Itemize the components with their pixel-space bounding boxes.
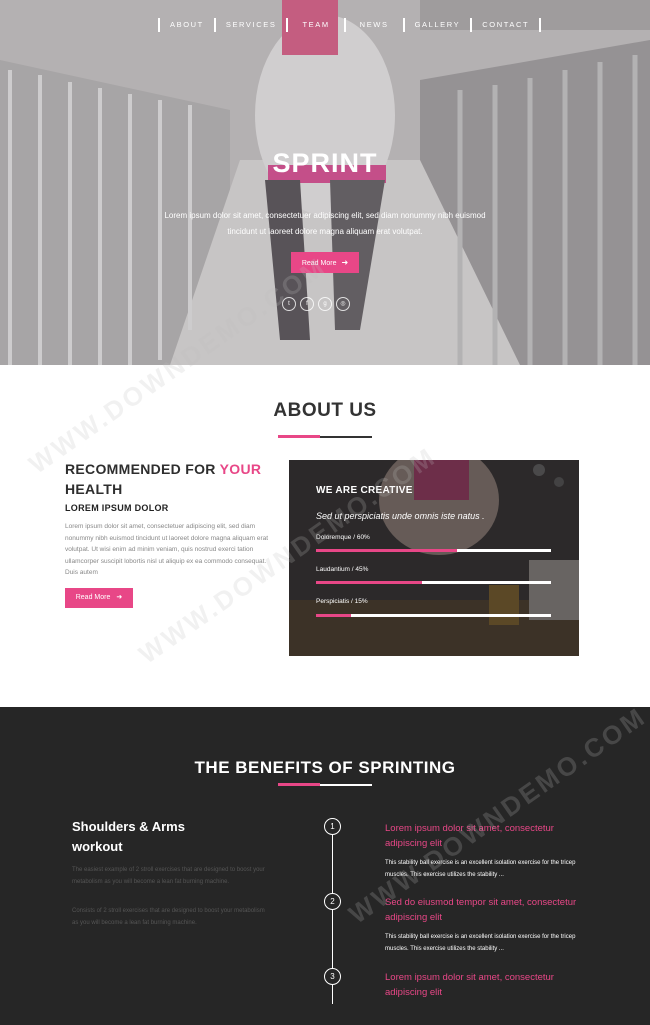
skill-label: Laudantium / 45%: [316, 566, 369, 573]
timeline-heading[interactable]: Sed do eiusmod tempor sit amet, consecte…: [385, 895, 585, 925]
social-links: t f g ◎: [282, 297, 350, 311]
benefits-title-underline: [278, 783, 372, 786]
arrow-right-icon: ➜: [116, 594, 123, 601]
hero-title: SPRINT: [272, 148, 378, 178]
about-text: Lorem ipsum dolor sit amet, consectetuer…: [65, 523, 269, 577]
arrow-right-icon: ➜: [341, 258, 349, 267]
skill-label: Doloremque / 60%: [316, 534, 370, 541]
benefits-section: THE BENEFITS OF SPRINTING Shoulders & Ar…: [0, 707, 650, 1025]
nav-item-news[interactable]: NEWS: [343, 18, 403, 32]
hero-button-label: Read More: [301, 260, 337, 267]
about-title-underline: [278, 435, 372, 438]
benefits-title: THE BENEFITS OF SPRINTING: [194, 758, 456, 777]
timeline-text: This stability ball exercise is an excel…: [385, 934, 576, 952]
benefits-left-paragraph: The easiest example of 2 stroll exercise…: [72, 867, 265, 885]
benefits-left-title: Shoulders & Arms workout: [72, 819, 185, 854]
skill-bar-fill: [316, 614, 352, 617]
skill-label: Perspiciatis / 15%: [316, 598, 368, 605]
benefits-left-paragraph: Consists of 2 stroll exercises that are …: [72, 908, 265, 926]
nav-item-team[interactable]: TEAM: [286, 18, 343, 32]
creative-panel: WE ARE CREATIVE Sed ut perspiciatis unde…: [289, 460, 579, 656]
skill-bar-fill: [316, 581, 422, 584]
hero-text: Lorem ipsum dolor sit amet, consectetuer…: [164, 211, 486, 236]
nav-item-services[interactable]: SERVICES: [213, 18, 287, 32]
nav-item-contact[interactable]: CONTACT: [470, 18, 542, 32]
creative-title: WE ARE CREATIVE: [316, 485, 413, 496]
timeline-step-number: 2: [324, 893, 341, 910]
about-heading-main: RECOMMENDED FOR: [65, 461, 216, 477]
google-plus-icon[interactable]: g: [318, 297, 332, 311]
about-subheading: LOREM IPSUM DOLOR: [65, 503, 169, 513]
skill-bar-track: [316, 581, 551, 584]
timeline-text: This stability ball exercise is an excel…: [385, 860, 576, 878]
skill-bar-track: [316, 549, 551, 552]
nav-item-about[interactable]: ABOUT: [158, 18, 214, 32]
timeline-heading[interactable]: Lorem ipsum dolor sit amet, consectetur …: [385, 821, 585, 851]
skill-bar-track: [316, 614, 551, 617]
about-button-label: Read More: [75, 594, 111, 601]
dribbble-icon[interactable]: ◎: [336, 297, 350, 311]
nav-item-gallery[interactable]: GALLERY: [402, 18, 471, 32]
facebook-icon[interactable]: f: [300, 297, 314, 311]
creative-quote: Sed ut perspiciatis unde omnis iste natu…: [316, 511, 485, 521]
timeline-step-number: 1: [324, 818, 341, 835]
about-heading-rest: HEALTH: [65, 481, 123, 497]
about-heading: RECOMMENDED FOR YOUR HEALTH: [65, 459, 275, 499]
skill-bar-fill: [316, 549, 457, 552]
timeline-heading[interactable]: Lorem ipsum dolor sit amet, consectetur …: [385, 970, 585, 1000]
twitter-icon[interactable]: t: [282, 297, 296, 311]
about-title: ABOUT US: [273, 400, 377, 421]
hero-read-more-button[interactable]: Read More ➜: [291, 252, 359, 273]
about-heading-accent: YOUR: [219, 461, 262, 477]
about-read-more-button[interactable]: Read More ➜: [65, 588, 133, 608]
timeline-step-number: 3: [324, 968, 341, 985]
main-nav: ABOUT SERVICES TEAM NEWS GALLERY CONTACT: [158, 18, 542, 34]
